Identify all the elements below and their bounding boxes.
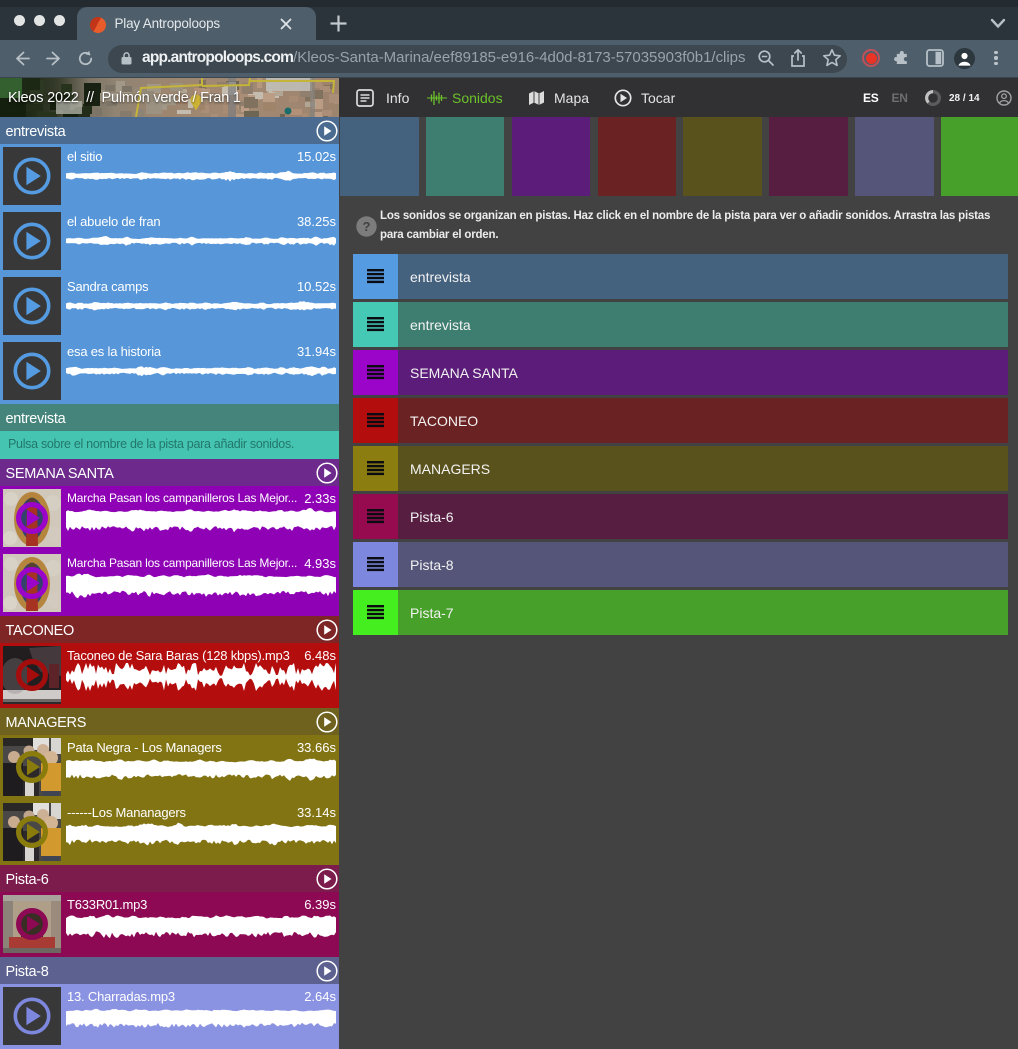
svg-text:?: ? — [363, 219, 371, 234]
